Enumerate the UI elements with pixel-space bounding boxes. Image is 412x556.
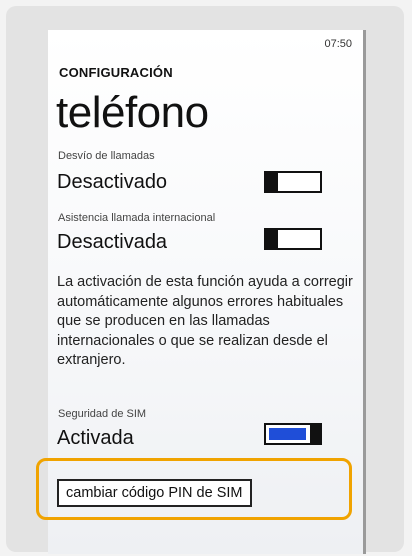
- sim-security-label: Seguridad de SIM: [58, 408, 147, 420]
- app-title: CONFIGURACIÓN: [59, 65, 173, 80]
- status-time: 07:50: [324, 38, 352, 50]
- call-forwarding-label: Desvío de llamadas: [58, 150, 155, 162]
- sim-security-toggle[interactable]: [264, 423, 322, 445]
- toggle-knob: [266, 171, 278, 193]
- call-forwarding-toggle[interactable]: [264, 171, 322, 193]
- toggle-knob: [310, 423, 322, 445]
- international-assist-label: Asistencia llamada internacional: [58, 212, 216, 224]
- international-assist-toggle[interactable]: [264, 228, 322, 250]
- toggle-fill: [269, 428, 306, 440]
- sim-security-value: Activada: [57, 427, 134, 449]
- call-forwarding-value: Desactivado: [57, 171, 168, 193]
- page-title: teléfono: [56, 88, 209, 137]
- international-assist-value: Desactivada: [57, 231, 168, 253]
- international-assist-description: La activación de esta función ayuda a co…: [57, 274, 353, 368]
- toggle-knob: [266, 228, 278, 250]
- highlight-annotation: [36, 458, 352, 520]
- screen-edge: [363, 30, 366, 554]
